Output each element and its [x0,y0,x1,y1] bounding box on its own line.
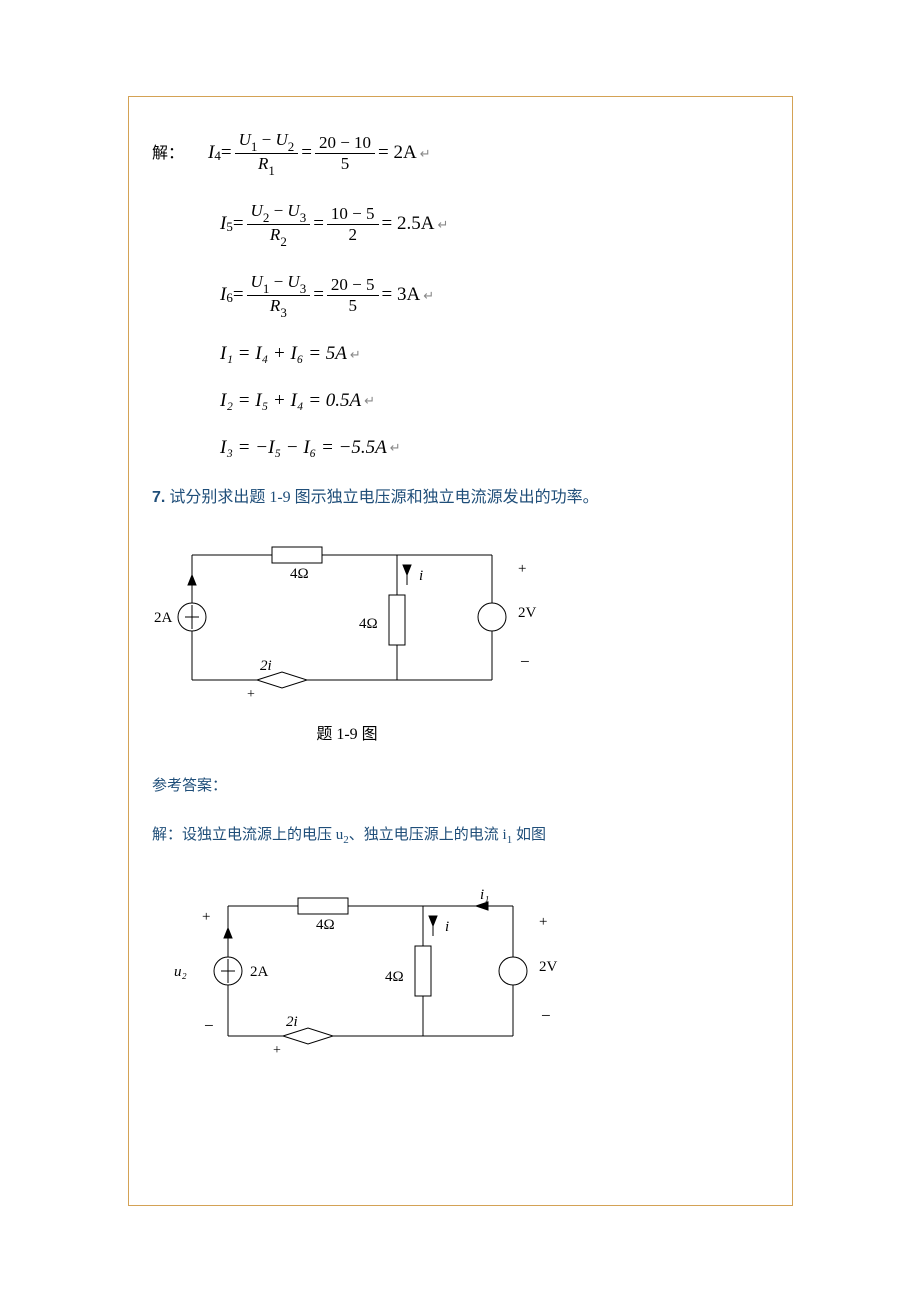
r-top-label: 4Ω [290,566,309,582]
eq-i3: I₃ = −I₅ − I₆ = −5.5A↵ [220,437,772,460]
plus-icon: + [518,561,526,577]
question-number: 7. [152,489,165,506]
r-mid-label: 4Ω [385,969,404,985]
eq-i1: I₁ = I₄ + I₆ = 5A↵ [220,343,772,366]
eq-i2: I₂ = I₅ + I₄ = 0.5A↵ [220,390,772,413]
dep-src-label: 2i [260,658,272,674]
u2-label: u₂ [174,964,187,980]
question-7: 7. 试分别求出题 1-9 图示独立电压源和独立电流源发出的功率。 [152,483,772,507]
figure-1-9: 4Ω 4Ω 2A 2V + − i 2i + 题 1-9 图 [142,525,772,744]
i-src-label: 2A [250,964,269,980]
eq-i5: I5 = U2 − U3 R2 = 10 − 52 = 2.5A↵ [220,201,772,248]
u2-plus-icon: + [202,909,210,925]
equation-block: 解： I4 = U1 − U2 R1 = 20 − 105 = 2A↵ I5 =… [152,130,772,459]
dep-src-label: 2i [286,1014,298,1030]
r-mid-label: 4Ω [359,616,378,632]
i-src-label: 2A [154,610,173,626]
dep-plus-icon: + [247,687,255,702]
r-top-label: 4Ω [316,917,335,933]
i-label: i [445,919,449,935]
v-src-label: 2V [539,959,558,975]
eq-i6: I6 = U1 − U3 R3 = 20 − 55 = 3A↵ [220,272,772,319]
i-label: i [419,568,423,584]
circuit-diagram-1: 4Ω 4Ω 2A 2V + − i 2i + [142,525,562,705]
i1-label: i₁ [480,887,489,903]
minus-icon: − [520,652,530,671]
u2-minus-icon: − [204,1016,214,1035]
minus-icon: − [541,1006,551,1025]
figure-1-9-annotated: 4Ω 4Ω 2A 2V + − + − u₂ i i₁ 2i + [158,876,772,1066]
question-text: 试分别求出题 1-9 图示独立电压源和独立电流源发出的功率。 [165,489,598,506]
page-border-right [792,96,793,1206]
solution-label: 解： [152,144,184,163]
dep-plus-icon: + [273,1043,281,1058]
answer-label: 参考答案： [152,774,772,795]
plus-icon: + [539,914,547,930]
circuit-diagram-2: 4Ω 4Ω 2A 2V + − + − u₂ i i₁ 2i + [158,876,578,1061]
document-content: 解： I4 = U1 − U2 R1 = 20 − 105 = 2A↵ I5 =… [152,130,772,1066]
v-src-label: 2V [518,605,537,621]
figure-caption: 题 1-9 图 [0,720,772,744]
answer-text: 解：设独立电流源上的电压 u2、独立电压源上的电流 i1 如图 [152,823,772,846]
eq-i4: 解： I4 = U1 − U2 R1 = 20 − 105 = 2A↵ [152,130,772,177]
